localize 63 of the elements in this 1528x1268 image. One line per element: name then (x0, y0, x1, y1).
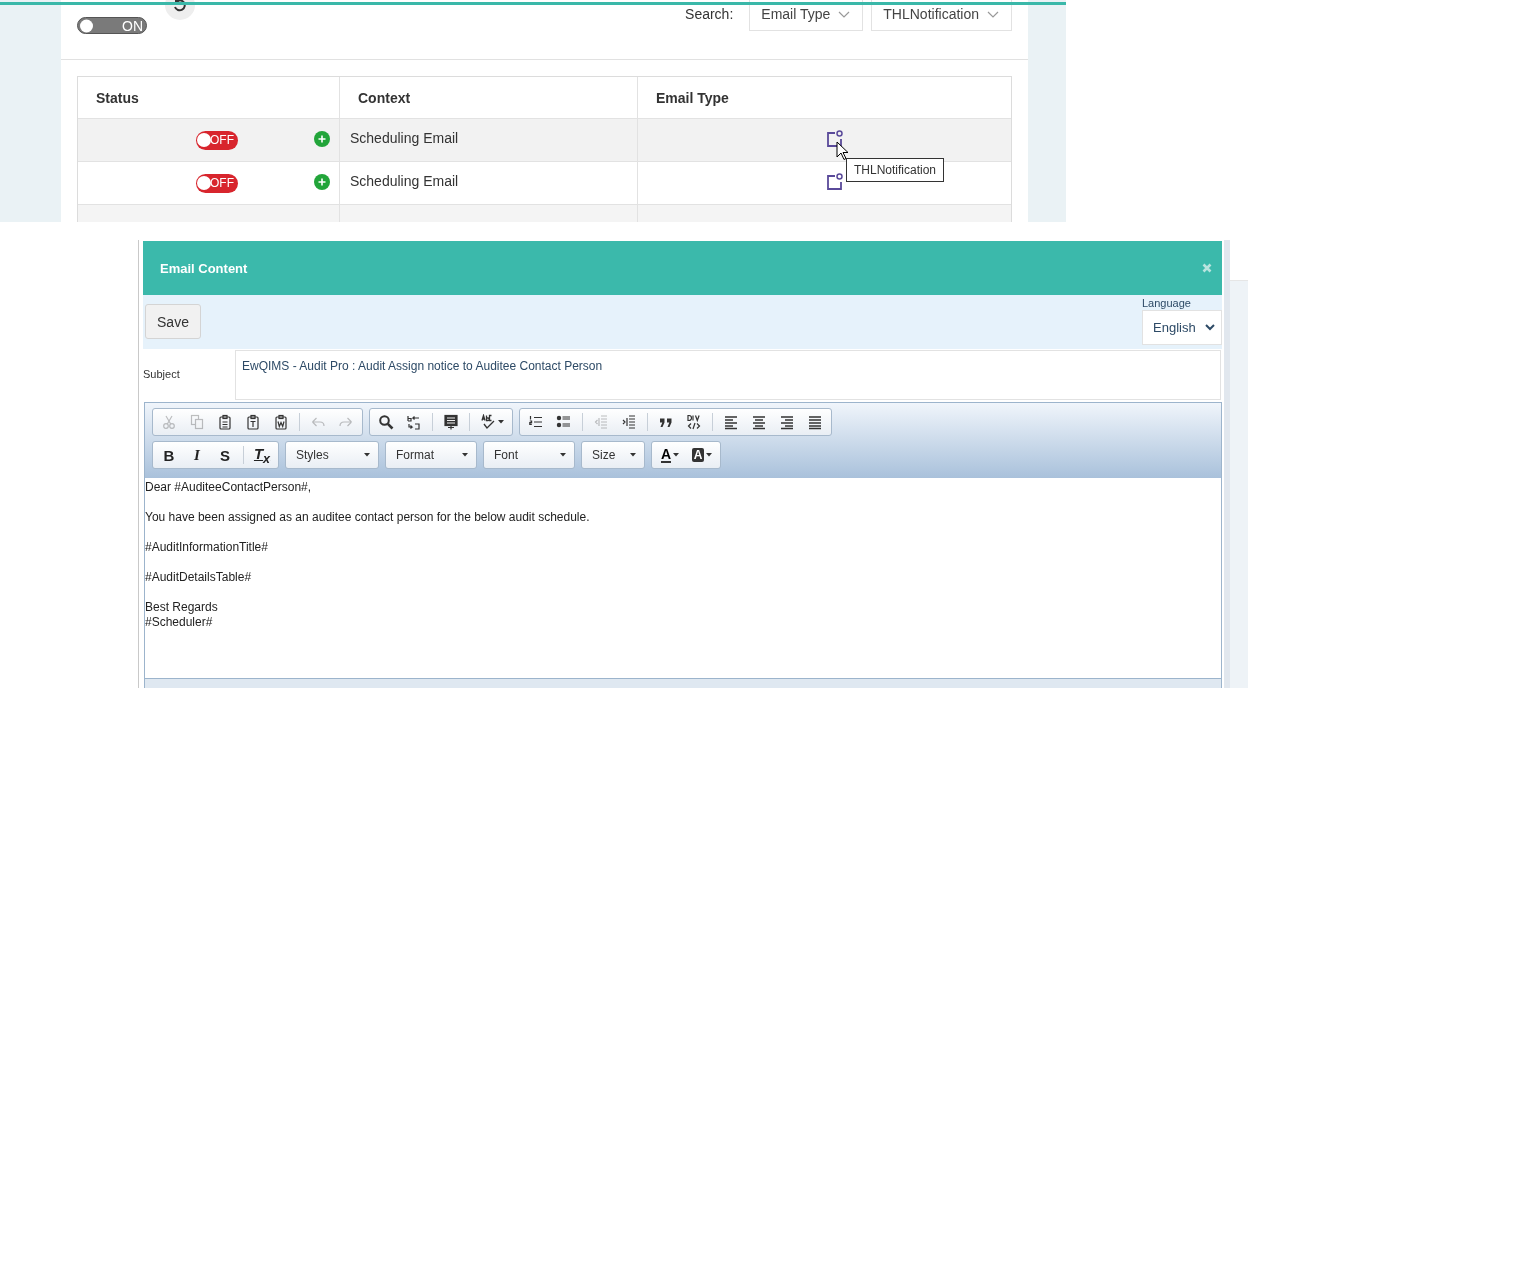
body-text: #AuditDetailsTable# (145, 570, 252, 585)
language-select[interactable]: English (1142, 310, 1222, 345)
caret-icon (462, 453, 468, 457)
caret-icon (630, 453, 636, 457)
align-right-icon (779, 414, 795, 430)
caret-icon (560, 453, 566, 457)
toggle-switch[interactable]: OFF (196, 130, 238, 150)
format-button[interactable]: I (183, 443, 211, 467)
clipboard-icon (245, 414, 261, 430)
edit-template-icon[interactable] (825, 129, 844, 148)
toolbar-dropdown[interactable]: Styles (288, 443, 376, 467)
toolbar-dropdown[interactable]: Format (388, 443, 474, 467)
filter-dropdown[interactable]: THLNotification (871, 0, 1012, 31)
numbered-list-icon (528, 414, 544, 430)
caret-icon (706, 453, 713, 457)
format-button[interactable]: T$_{x}$ (248, 443, 276, 467)
tooltip: THLNotification (846, 158, 945, 182)
toggle-switch[interactable]: ON (77, 17, 147, 34)
select-all-icon (443, 414, 459, 430)
clipboard-icon (273, 414, 289, 430)
body-text: Best Regards (145, 600, 218, 615)
search-label: Search: (685, 6, 734, 22)
div-icon (686, 414, 702, 430)
subject-label: Subject (143, 367, 181, 382)
text-color-button[interactable]: A (654, 443, 686, 467)
indent-icon (621, 414, 637, 430)
background-color-button[interactable]: A (686, 443, 718, 467)
justify-icon (807, 414, 823, 430)
bulleted-list-icon (556, 414, 572, 430)
copy-icon (189, 414, 205, 430)
replace-icon (406, 414, 422, 430)
edit-template-icon[interactable] (825, 172, 844, 191)
toolbar-dropdown[interactable]: Size (584, 443, 642, 467)
caret-icon (673, 453, 680, 457)
body-text: #AuditInformationTitle# (145, 540, 268, 555)
align-left-icon (723, 414, 739, 430)
format-button[interactable]: B (155, 443, 183, 467)
toggle-switch[interactable]: OFF (196, 173, 238, 193)
caret-icon (364, 453, 370, 457)
body-text: Dear #AuditeeContactPerson#, (145, 480, 312, 495)
chevron-down-icon (1205, 324, 1215, 331)
clipboard-icon (217, 414, 233, 430)
column-header: Email Type (655, 88, 730, 108)
caret-icon (498, 420, 504, 424)
scissors-icon (161, 414, 177, 430)
format-button[interactable]: S (211, 443, 239, 467)
add-icon[interactable] (314, 131, 330, 147)
body-text: #Scheduler# (145, 615, 213, 630)
add-icon[interactable] (314, 174, 330, 190)
subject-field[interactable]: EwQIMS - Audit Pro : Audit Assign notice to Auditee Contact Person (235, 350, 1221, 400)
save-button[interactable]: Save (145, 304, 201, 339)
body-text: You have been assigned as an auditee contact person for the below audit schedule. (145, 510, 590, 525)
language-label: Language (1142, 297, 1192, 309)
chevron-down-icon (987, 11, 999, 19)
spellcheck-icon (480, 414, 496, 430)
outdent-icon (593, 414, 609, 430)
toolbar-dropdown[interactable]: Font (486, 443, 572, 467)
search-icon (378, 414, 394, 430)
filter-dropdown[interactable]: Email Type (749, 0, 864, 31)
align-center-icon (751, 414, 767, 430)
modal-title: Email Content (160, 260, 249, 276)
refresh-icon (172, 0, 188, 14)
chevron-down-icon (838, 11, 851, 19)
